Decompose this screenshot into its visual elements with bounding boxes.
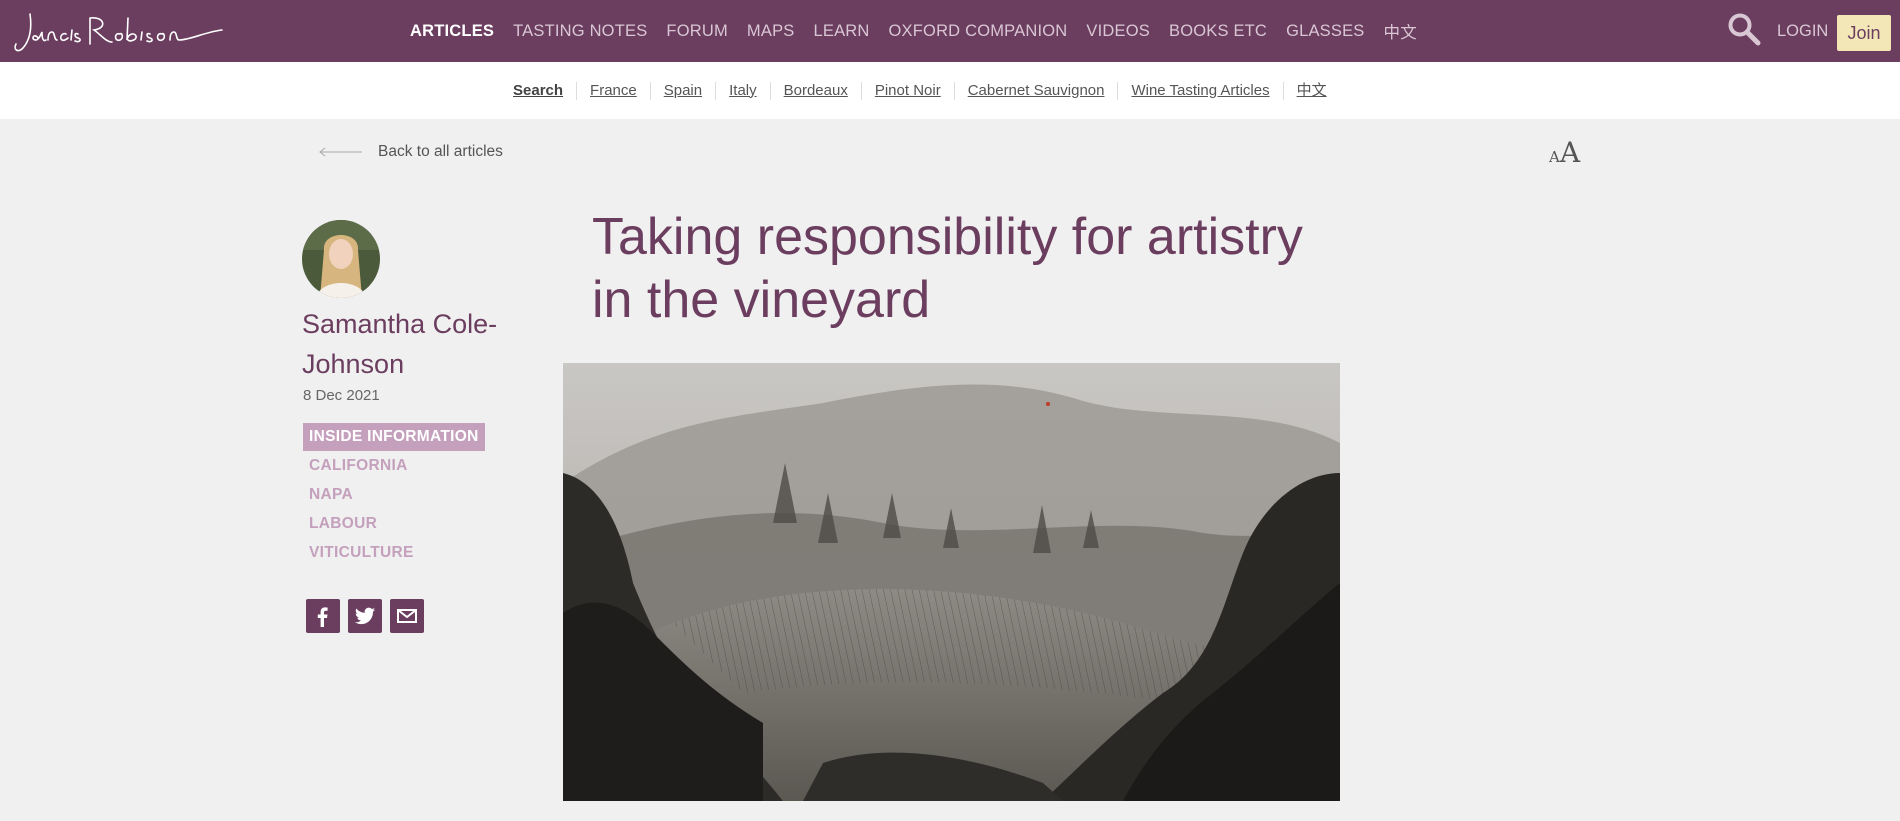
- tag-viticulture[interactable]: VITICULTURE: [303, 539, 485, 567]
- hero-image: [563, 363, 1340, 801]
- subnav-search[interactable]: Search: [513, 82, 576, 100]
- email-icon: [397, 609, 417, 623]
- author-avatar[interactable]: [302, 220, 380, 298]
- search-icon[interactable]: [1727, 12, 1761, 46]
- arrow-left-icon: [319, 147, 362, 157]
- join-button[interactable]: Join: [1837, 15, 1891, 51]
- font-size-small[interactable]: A: [1549, 148, 1560, 166]
- tag-california[interactable]: CALIFORNIA: [303, 452, 485, 480]
- tag-labour[interactable]: LABOUR: [303, 510, 485, 538]
- tag-napa[interactable]: NAPA: [303, 481, 485, 509]
- nav-glasses[interactable]: GLASSES: [1286, 22, 1364, 41]
- publish-date: 8 Dec 2021: [303, 387, 380, 404]
- twitter-icon: [354, 607, 376, 625]
- twitter-share-button[interactable]: [348, 599, 382, 633]
- tag-inside-information[interactable]: INSIDE INFORMATION: [303, 423, 485, 451]
- nav-articles[interactable]: ARTICLES: [410, 22, 494, 41]
- subnav-cabernet-sauvignon[interactable]: Cabernet Sauvignon: [953, 81, 1118, 100]
- article-tags: INSIDE INFORMATION CALIFORNIA NAPA LABOU…: [303, 423, 485, 568]
- facebook-icon: [317, 607, 328, 627]
- subnav-spain[interactable]: Spain: [649, 81, 715, 100]
- vineyard-photo: [563, 363, 1340, 801]
- sub-nav: Search France Spain Italy Bordeaux Pinot…: [0, 62, 1900, 119]
- subnav-chinese[interactable]: 中文: [1282, 81, 1340, 100]
- nav-forum[interactable]: FORUM: [666, 22, 728, 41]
- facebook-share-button[interactable]: [306, 599, 340, 633]
- back-to-articles[interactable]: Back to all articles: [318, 143, 503, 161]
- nav-chinese[interactable]: 中文: [1384, 19, 1417, 43]
- subnav-france[interactable]: France: [576, 81, 650, 100]
- article-title: Taking responsibility for artistry in th…: [592, 208, 1303, 329]
- nav-oxford-companion[interactable]: OXFORD COMPANION: [889, 22, 1068, 41]
- nav-videos[interactable]: VIDEOS: [1086, 22, 1150, 41]
- top-bar: ARTICLES TASTING NOTES FORUM MAPS LEARN …: [0, 0, 1900, 62]
- email-share-button[interactable]: [390, 599, 424, 633]
- font-size-toggle[interactable]: AA: [1549, 136, 1580, 169]
- share-buttons: [306, 599, 432, 633]
- nav-learn[interactable]: LEARN: [813, 22, 869, 41]
- nav-tasting-notes[interactable]: TASTING NOTES: [513, 22, 647, 41]
- subnav-bordeaux[interactable]: Bordeaux: [769, 81, 861, 100]
- site-logo[interactable]: [10, 10, 225, 55]
- subnav-italy[interactable]: Italy: [715, 81, 770, 100]
- login-link[interactable]: LOGIN: [1777, 22, 1828, 41]
- nav-maps[interactable]: MAPS: [747, 22, 795, 41]
- subnav-wine-tasting-articles[interactable]: Wine Tasting Articles: [1117, 81, 1282, 100]
- font-size-large[interactable]: A: [1560, 136, 1580, 169]
- author-name[interactable]: Samantha Cole-Johnson: [302, 304, 502, 384]
- nav-books-etc[interactable]: BOOKS ETC: [1169, 22, 1267, 41]
- back-label: Back to all articles: [378, 143, 503, 160]
- main-nav: ARTICLES TASTING NOTES FORUM MAPS LEARN …: [410, 0, 1436, 62]
- subnav-pinot-noir[interactable]: Pinot Noir: [860, 81, 954, 100]
